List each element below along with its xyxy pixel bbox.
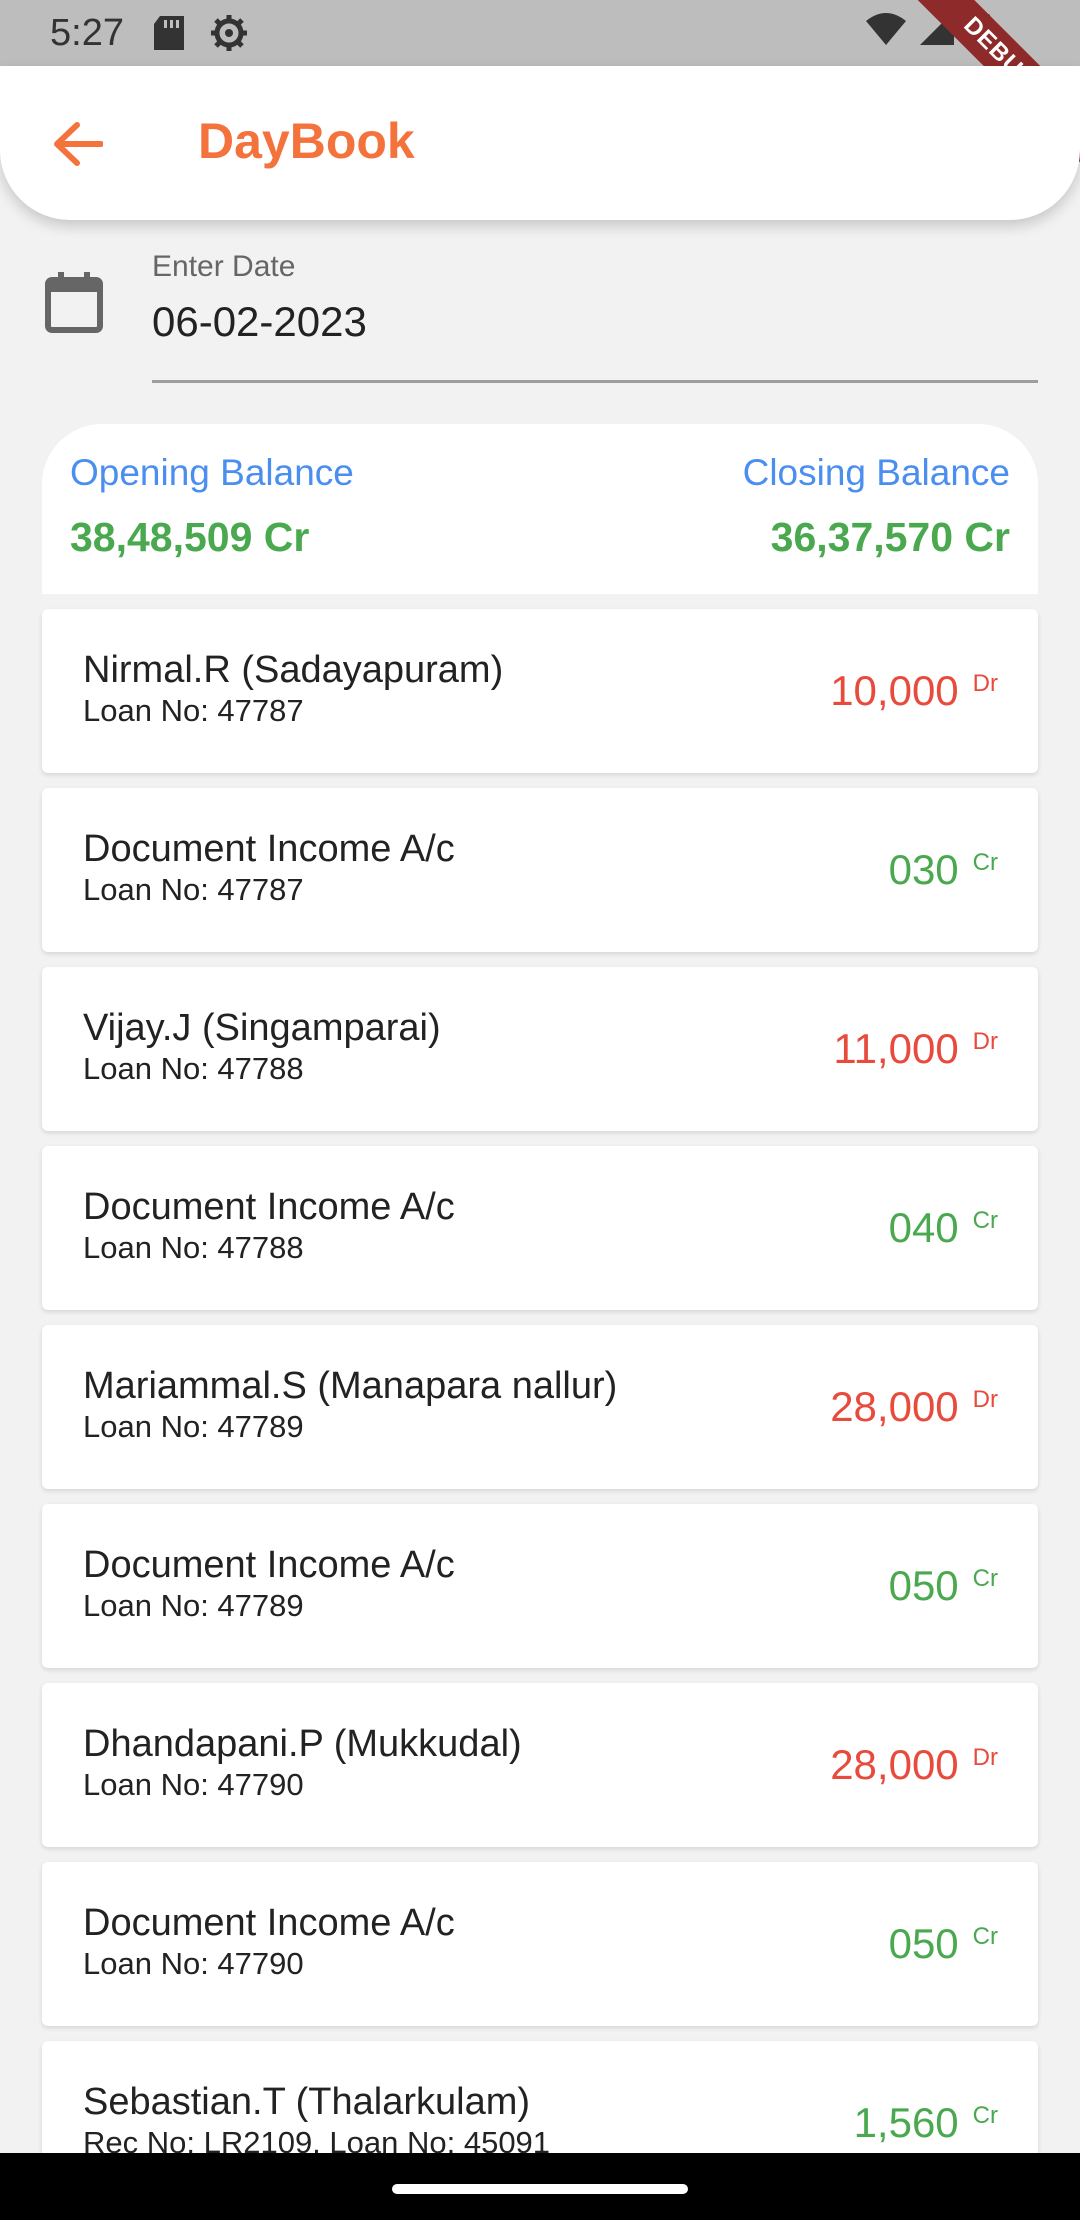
status-time: 5:27 <box>50 11 124 54</box>
entry-amount-group: 050 Cr <box>889 1920 998 1968</box>
entry-amount: 030 <box>888 846 959 893</box>
opening-balance-label: Opening Balance <box>70 452 354 493</box>
list-item[interactable]: Vijay.J (Singamparai) Loan No: 47788 11,… <box>42 967 1038 1131</box>
page-title: DayBook <box>198 113 415 169</box>
arrow-back-icon <box>54 122 103 166</box>
entry-amount-group: 040 Cr <box>889 1204 998 1252</box>
entry-type: Dr <box>972 1386 998 1413</box>
entry-list: Nirmal.R (Sadayapuram) Loan No: 47787 10… <box>42 609 1038 2220</box>
entry-name: Document Income A/c <box>83 1544 455 1586</box>
closing-balance-label: Closing Balance <box>742 452 1010 493</box>
entry-amount-group: 28,000 Dr <box>830 1383 998 1431</box>
entry-name: Sebastian.T (Thalarkulam) <box>83 2081 531 2123</box>
date-field[interactable]: Enter Date 06-02-2023 <box>0 240 1080 390</box>
list-item[interactable]: Document Income A/c Loan No: 47790 050 C… <box>42 1862 1038 2026</box>
entry-name: Nirmal.R (Sadayapuram) <box>83 649 504 691</box>
entry-amount: 1,560 <box>853 2099 959 2146</box>
entry-name: Mariammal.S (Manapara nallur) <box>83 1365 618 1407</box>
entry-amount-group: 11,000 Dr <box>833 1025 998 1073</box>
entry-type: Cr <box>972 849 998 876</box>
date-input[interactable]: 06-02-2023 <box>152 298 367 346</box>
entry-loan-no: Loan No: 47789 <box>83 1409 304 1444</box>
entry-amount-group: 050 Cr <box>889 1562 998 1610</box>
entry-loan-no: Loan No: 47790 <box>83 1946 304 1981</box>
list-item[interactable]: Document Income A/c Loan No: 47789 050 C… <box>42 1504 1038 1668</box>
entry-loan-no: Loan No: 47787 <box>83 693 304 728</box>
entry-amount-group: 030 Cr <box>889 846 998 894</box>
date-underline <box>152 380 1038 383</box>
closing-balance-value: 36,37,570 Cr <box>770 514 1010 560</box>
entry-type: Cr <box>972 1923 998 1950</box>
home-gesture-handle[interactable] <box>392 2184 688 2194</box>
entry-loan-no: Loan No: 47789 <box>83 1588 304 1623</box>
balance-card: Opening Balance 38,48,509 Cr Closing Bal… <box>42 424 1038 594</box>
entry-amount: 040 <box>888 1204 959 1251</box>
entry-type: Dr <box>972 1028 998 1055</box>
status-bar: 5:27 DEBUG <box>0 0 1080 175</box>
entry-loan-no: Loan No: 47788 <box>83 1230 304 1265</box>
app-bar: DayBook <box>0 66 1080 220</box>
entry-loan-no: Loan No: 47788 <box>83 1051 304 1086</box>
entry-type: Dr <box>972 670 998 697</box>
opening-balance-value: 38,48,509 Cr <box>70 514 310 560</box>
entry-loan-no: Loan No: 47787 <box>83 872 304 907</box>
entry-amount: 28,000 <box>830 1383 959 1430</box>
entry-amount-group: 1,560 Cr <box>854 2099 998 2147</box>
wifi-icon <box>866 12 906 55</box>
list-item[interactable]: Dhandapani.P (Mukkudal) Loan No: 47790 2… <box>42 1683 1038 1847</box>
entry-amount: 28,000 <box>830 1741 959 1788</box>
entry-name: Document Income A/c <box>83 1902 455 1944</box>
list-item[interactable]: Document Income A/c Loan No: 47788 040 C… <box>42 1146 1038 1310</box>
entry-name: Document Income A/c <box>83 828 455 870</box>
entry-amount-group: 28,000 Dr <box>830 1741 998 1789</box>
list-item[interactable]: Nirmal.R (Sadayapuram) Loan No: 47787 10… <box>42 609 1038 773</box>
entry-name: Document Income A/c <box>83 1186 455 1228</box>
entry-loan-no: Loan No: 47790 <box>83 1767 304 1802</box>
entry-amount: 050 <box>888 1920 959 1967</box>
entry-type: Cr <box>972 2102 998 2129</box>
settings-gear-icon <box>210 14 248 52</box>
system-nav-bar <box>0 2153 1080 2220</box>
entry-name: Dhandapani.P (Mukkudal) <box>83 1723 522 1765</box>
entry-amount: 10,000 <box>830 667 959 714</box>
sd-card-icon <box>153 16 184 50</box>
entry-type: Cr <box>972 1565 998 1592</box>
list-item[interactable]: Document Income A/c Loan No: 47787 030 C… <box>42 788 1038 952</box>
entry-name: Vijay.J (Singamparai) <box>83 1007 441 1049</box>
entry-amount: 050 <box>888 1562 959 1609</box>
entry-amount-group: 10,000 Dr <box>830 667 998 715</box>
entry-type: Cr <box>972 1207 998 1234</box>
date-field-label: Enter Date <box>152 250 296 283</box>
calendar-icon[interactable] <box>44 270 104 334</box>
entry-type: Dr <box>972 1744 998 1771</box>
entry-amount: 11,000 <box>833 1025 959 1072</box>
list-item[interactable]: Mariammal.S (Manapara nallur) Loan No: 4… <box>42 1325 1038 1489</box>
back-button[interactable] <box>48 114 108 174</box>
